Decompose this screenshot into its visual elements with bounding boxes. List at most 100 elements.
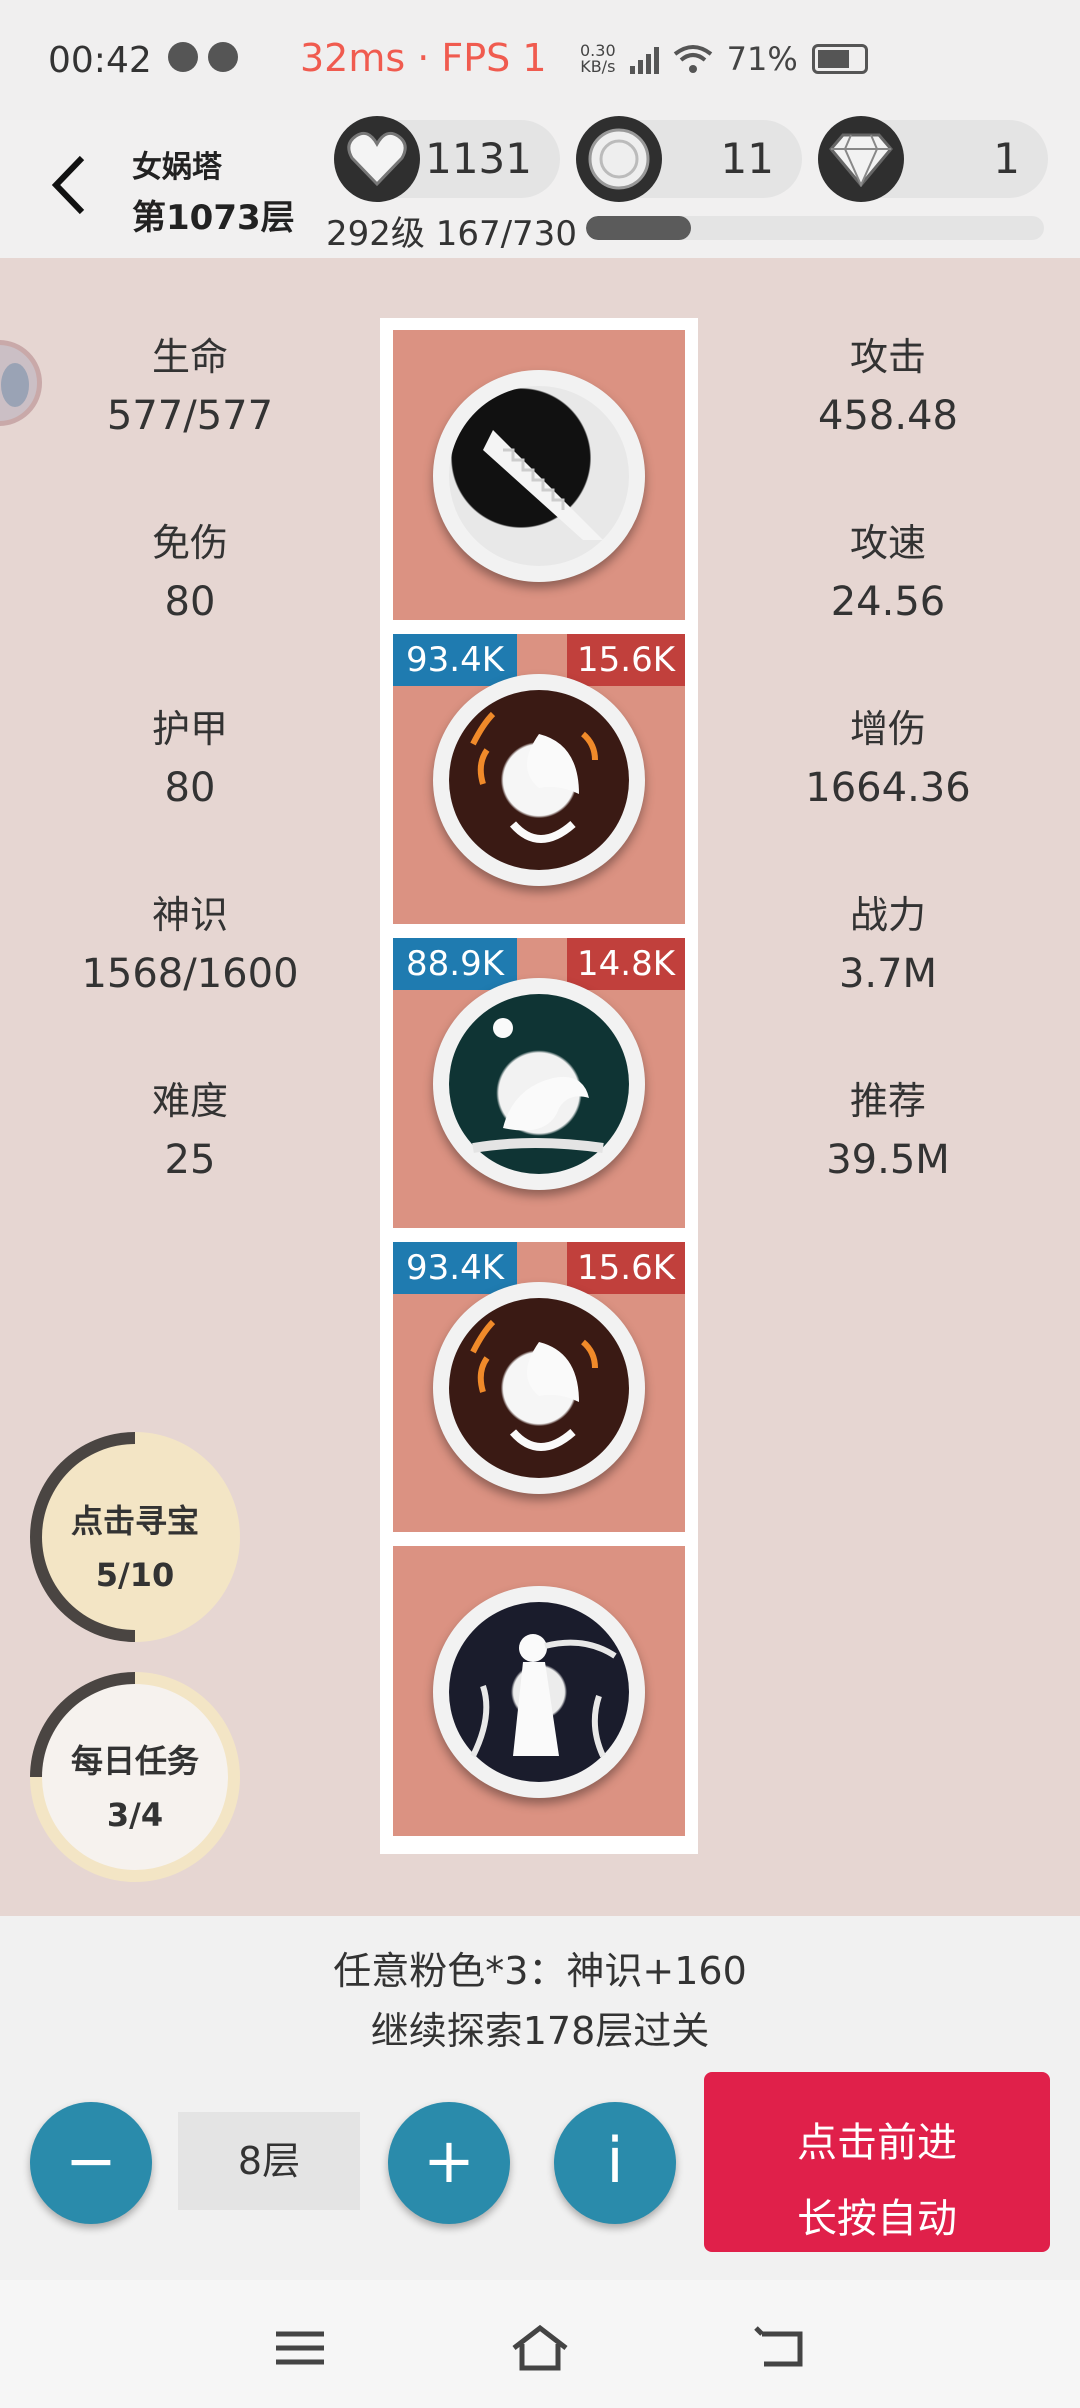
daily-tasks-button[interactable]: 每日任务 3/4: [30, 1672, 240, 1882]
info-button[interactable]: i: [554, 2102, 676, 2224]
reward-text: 任意粉色*3：神识+160: [333, 1949, 747, 1993]
tower-cell[interactable]: [393, 330, 685, 620]
stat-damage-bonus: 增伤 1664.36: [748, 698, 1028, 811]
stat-value: 39.5M: [826, 1137, 950, 1183]
treasure-hunt-face: 点击寻宝 5/10: [42, 1444, 228, 1630]
advance-button[interactable]: 点击前进 长按自动: [704, 2072, 1050, 2252]
home-button[interactable]: [510, 2322, 570, 2374]
tower-cell[interactable]: 93.4K 15.6K: [393, 1242, 685, 1532]
signal-icon: [629, 44, 659, 74]
stat-label: 免伤: [151, 521, 228, 565]
stat-value: 80: [164, 765, 216, 811]
net-speed-unit: KB/s: [580, 57, 616, 76]
status-time: 00:42: [48, 40, 152, 81]
resource-diamonds[interactable]: 1: [818, 116, 1048, 202]
perf-text: 32ms · FPS 1: [300, 36, 547, 80]
advance-line1: 点击前进: [797, 2120, 957, 2166]
hearts-value: 1131: [425, 134, 532, 183]
stat-damage-reduction: 免伤 80: [50, 512, 330, 625]
increase-floors-button[interactable]: +: [388, 2102, 510, 2224]
stat-value: 3.7M: [838, 951, 938, 997]
home-icon: [512, 2324, 568, 2371]
stat-label: 增伤: [849, 707, 926, 751]
stat-value: 25: [164, 1137, 216, 1183]
stat-attack: 攻击 458.48: [748, 326, 1028, 439]
chevron-left-icon: [51, 155, 85, 215]
back-nav-button[interactable]: [752, 2322, 812, 2374]
goal-text: 继续探索178层过关: [370, 2009, 710, 2053]
minus-icon: −: [65, 2124, 117, 2197]
tower-cell[interactable]: [393, 1546, 685, 1836]
stat-value: 577/577: [106, 393, 274, 439]
stat-value: 1568/1600: [81, 951, 299, 997]
back-button[interactable]: [44, 150, 94, 220]
daily-tasks-label: 每日任务: [70, 1742, 199, 1780]
stat-armor: 护甲 80: [50, 698, 330, 811]
tower-floor: 第1073层: [132, 198, 295, 238]
battery-icon: [811, 44, 868, 74]
bottom-panel: 任意粉色*3：神识+160 继续探索178层过关 − 8层 + i 点击前进 长…: [0, 1916, 1080, 2280]
system-nav-bar: [0, 2280, 1080, 2408]
plus-icon: +: [423, 2124, 475, 2197]
staircase-icon: [433, 370, 645, 582]
menu-button[interactable]: [270, 2322, 330, 2374]
phoenix-icon: [433, 674, 645, 886]
stat-attack-speed: 攻速 24.56: [748, 512, 1028, 625]
stat-value: 458.48: [818, 393, 958, 439]
floors-count[interactable]: 8层: [178, 2112, 360, 2210]
tower-cell[interactable]: 93.4K 15.6K: [393, 634, 685, 924]
battery-percent: 71%: [726, 40, 798, 78]
stat-value: 80: [164, 579, 216, 625]
stat-value: 1664.36: [805, 765, 971, 811]
stat-label: 攻速: [849, 521, 926, 565]
tower-cell[interactable]: 88.9K 14.8K: [393, 938, 685, 1228]
stat-label: 战力: [849, 893, 926, 937]
side-avatar[interactable]: [0, 340, 42, 426]
dragon-icon: [433, 978, 645, 1190]
treasure-hunt-label: 点击寻宝: [70, 1502, 199, 1540]
notification-icons: [168, 42, 238, 72]
chat-icon: [208, 42, 238, 72]
net-speed: 0.30 KB/s: [580, 43, 616, 75]
status-bar: 00:42 32ms · FPS 1 0.30 KB/s 71%: [0, 0, 1080, 120]
daily-tasks-face: 每日任务 3/4: [42, 1684, 228, 1870]
decrease-floors-button[interactable]: −: [30, 2102, 152, 2224]
return-icon: [754, 2326, 803, 2367]
info-icon: i: [606, 2124, 624, 2197]
heart-icon: [334, 116, 420, 202]
stat-recommended: 推荐 39.5M: [748, 1070, 1028, 1183]
level-progress-text: 292级 167/730: [326, 214, 577, 254]
stat-label: 难度: [151, 1079, 228, 1123]
stat-label: 护甲: [151, 707, 228, 751]
status-right: 0.30 KB/s 71%: [580, 40, 868, 78]
menu-icon: [276, 2331, 324, 2365]
goddess-icon: [433, 1586, 645, 1798]
coin-icon: [576, 116, 662, 202]
stat-label: 推荐: [849, 1079, 926, 1123]
stat-power: 战力 3.7M: [748, 884, 1028, 997]
stat-label: 神识: [151, 893, 228, 937]
stat-label: 攻击: [849, 335, 926, 379]
top-header: 女娲塔 第1073层 1131 11 1 292级 167/730: [0, 116, 1080, 258]
stat-value: 24.56: [830, 579, 946, 625]
daily-tasks-progress: 3/4: [106, 1796, 164, 1834]
advance-line2: 长按自动: [797, 2196, 957, 2242]
perf-overlay: 32ms · FPS 1: [300, 36, 547, 80]
xp-progress-bar: [586, 216, 1044, 240]
stat-label: 生命: [151, 335, 228, 379]
diamond-icon: [818, 116, 904, 202]
cloud-icon: [168, 42, 198, 72]
stat-spirit: 神识 1568/1600: [50, 884, 330, 997]
wifi-icon: [673, 45, 712, 73]
resource-coins[interactable]: 11: [576, 116, 802, 202]
phoenix-icon: [433, 1282, 645, 1494]
stat-difficulty: 难度 25: [50, 1070, 330, 1183]
treasure-hunt-progress: 5/10: [95, 1556, 175, 1594]
tower-column: 93.4K 15.6K 88.9K 14.8K 93.4K 15.6K: [380, 318, 698, 1854]
resource-hearts[interactable]: 1131: [334, 116, 560, 202]
diamonds-value: 1: [993, 134, 1020, 183]
treasure-hunt-button[interactable]: 点击寻宝 5/10: [30, 1432, 240, 1642]
tower-name: 女娲塔: [132, 150, 222, 185]
coins-value: 11: [720, 134, 774, 183]
stat-hp: 生命 577/577: [50, 326, 330, 439]
